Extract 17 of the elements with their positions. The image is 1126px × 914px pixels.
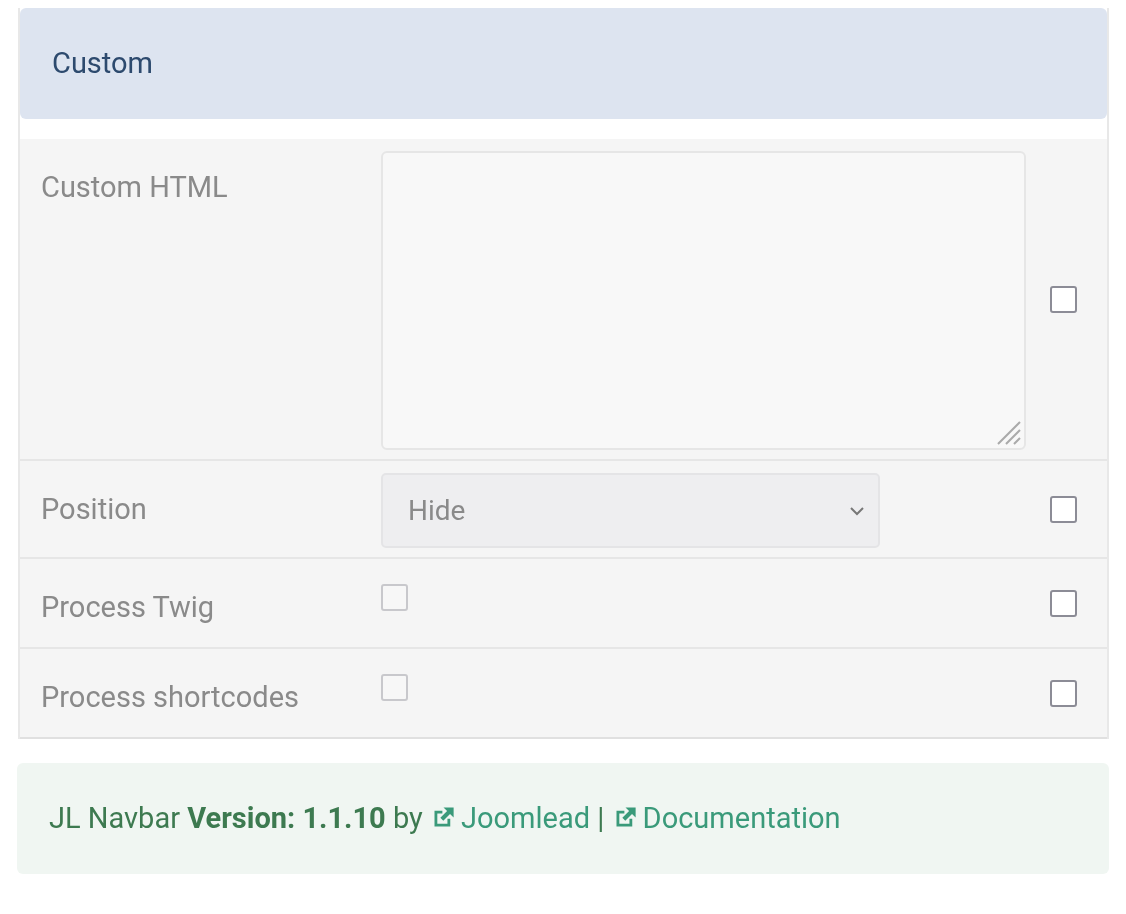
checkbox[interactable] [1050,589,1077,617]
chevron-down-icon [848,504,866,517]
resize-grip-icon [996,420,1022,446]
checkbox[interactable] [1050,495,1077,523]
checkbox[interactable] [381,584,408,611]
checkbox[interactable] [1050,285,1077,313]
joomlead-link[interactable]: Joomlead [430,800,591,835]
documentation-link[interactable]: Documentation [611,800,841,835]
checkbox[interactable] [1050,679,1077,707]
section-title: Custom [52,44,153,82]
field-label: Custom HTML [41,170,228,204]
checkbox[interactable] [381,674,408,701]
position-select[interactable]: Hide [381,473,880,548]
field-label: Process shortcodes [41,680,299,714]
version-text: JL Navbar Version: 1.1.10 by Joomlead | Documentation [49,799,841,837]
field-label: Position [41,492,147,526]
field-label: Process Twig [41,590,215,624]
